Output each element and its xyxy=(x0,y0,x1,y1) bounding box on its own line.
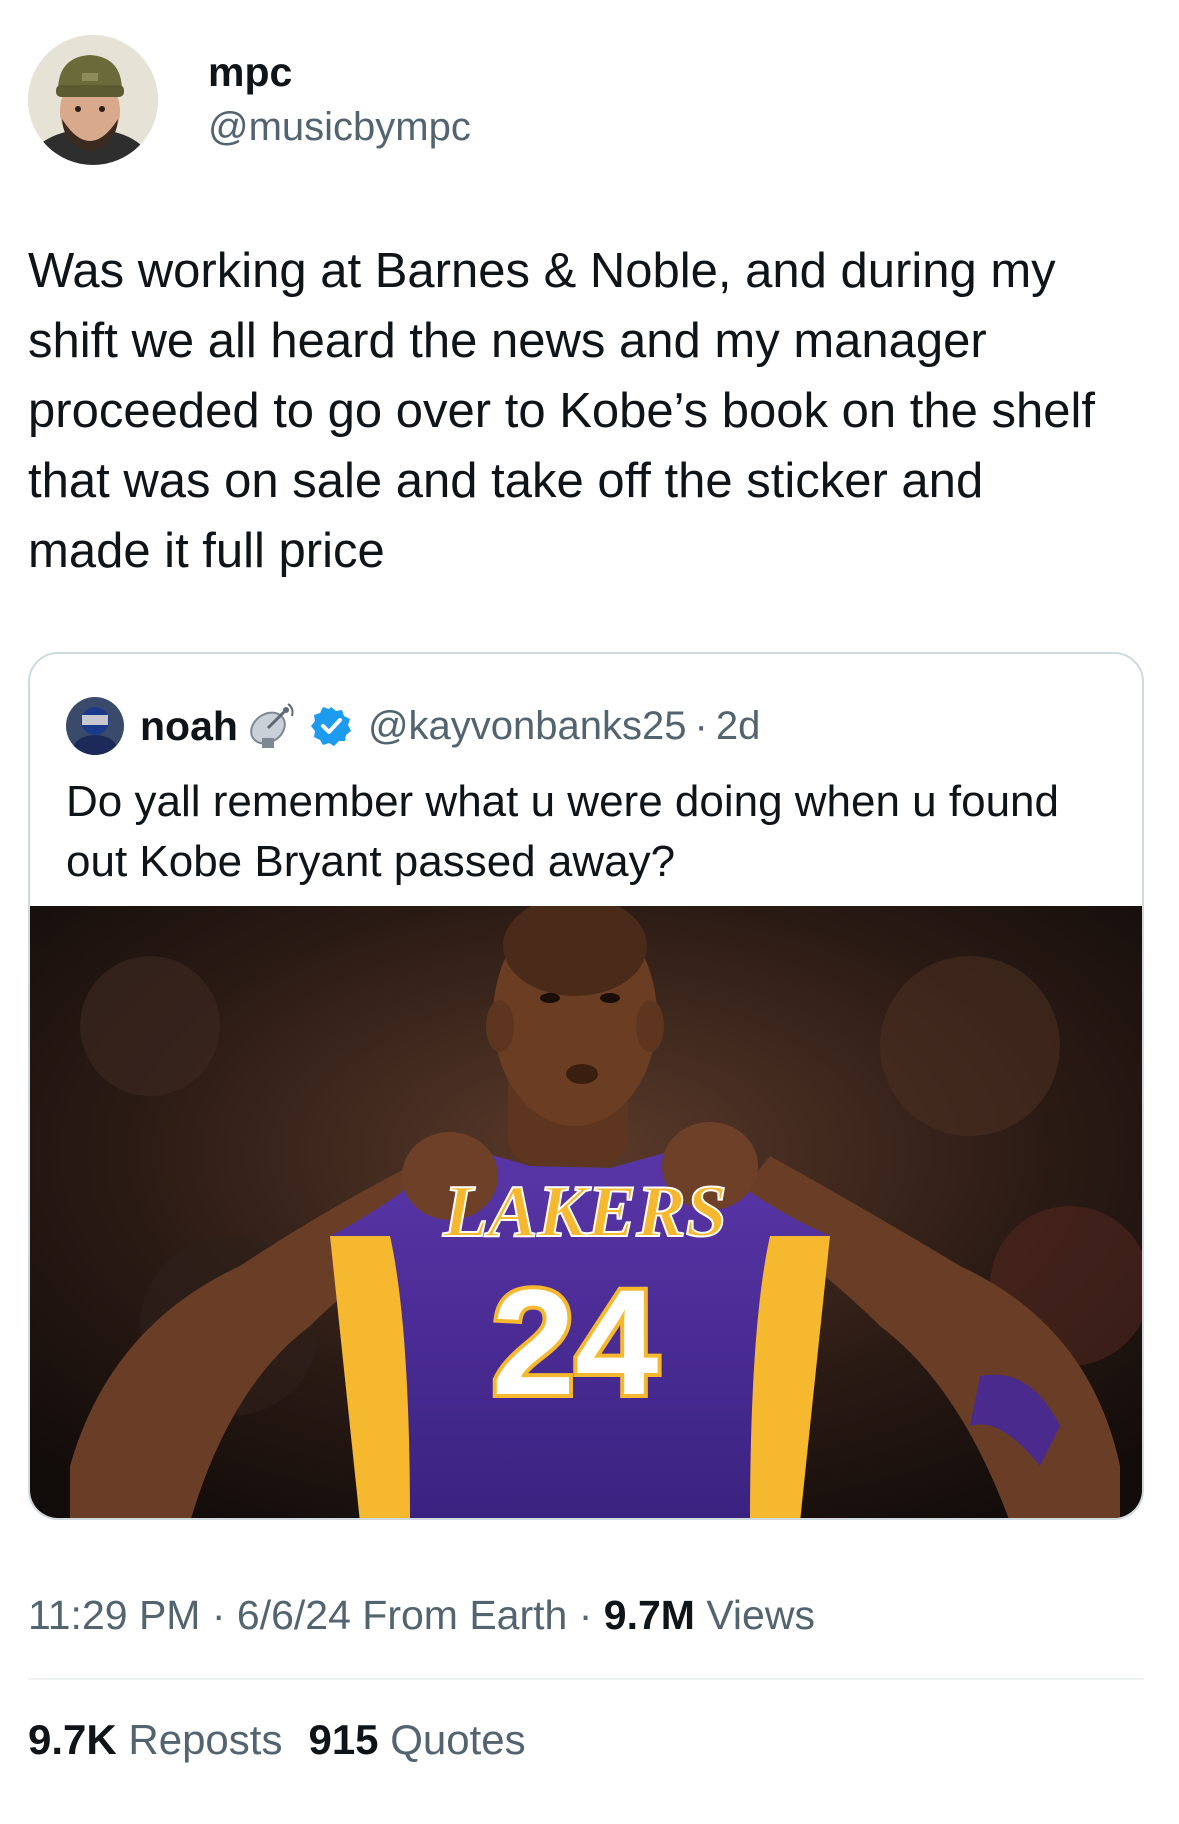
person-avatar-icon xyxy=(28,35,158,165)
separator-dot: · xyxy=(200,1592,237,1638)
jersey-team-text: LAKERS xyxy=(442,1171,727,1253)
quoted-handle[interactable]: @kayvonbanks25 xyxy=(368,701,687,751)
quotes-stat[interactable]: 915 Quotes xyxy=(308,1716,525,1763)
reposts-stat[interactable]: 9.7K Reposts xyxy=(28,1716,282,1763)
satellite-antenna-icon xyxy=(250,703,294,748)
quotes-count: 915 xyxy=(308,1716,379,1763)
separator-dot: · xyxy=(567,1592,604,1638)
tweet-meta: 11:29 PM · 6/6/24 From Earth · 9.7M View… xyxy=(28,1588,815,1642)
quoted-author-avatar[interactable] xyxy=(66,697,124,755)
verified-badge-icon xyxy=(310,707,351,746)
views-label: Views xyxy=(694,1592,815,1638)
reposts-count: 9.7K xyxy=(28,1716,117,1763)
author-handle[interactable]: @musicbympc xyxy=(208,101,471,153)
reposts-label: Reposts xyxy=(116,1716,283,1763)
tweet-text: Was working at Barnes & Noble, and durin… xyxy=(28,244,1095,578)
divider xyxy=(28,1678,1144,1680)
jersey-number-text: 24 xyxy=(492,1258,659,1426)
person-avatar-icon xyxy=(66,697,124,755)
quoted-tweet-text: Do yall remember what u were doing when … xyxy=(66,777,1059,886)
tweet-stats: 9.7K Reposts 915 Quotes xyxy=(28,1712,526,1768)
tweet-date[interactable]: 6/6/24 xyxy=(237,1592,351,1638)
views-count[interactable]: 9.7M xyxy=(604,1592,695,1638)
author-avatar[interactable] xyxy=(28,35,158,165)
quoted-display-name[interactable]: noah xyxy=(140,701,238,751)
quoted-tweet-photo[interactable]: LAKERS 24 xyxy=(30,896,1142,1518)
quotes-label: Quotes xyxy=(378,1716,526,1763)
basketball-player-photo: LAKERS 24 xyxy=(30,896,1142,1518)
tweet-author-header: mpc @musicbympc xyxy=(28,34,471,166)
tweet-time[interactable]: 11:29 PM xyxy=(28,1592,200,1638)
quoted-tweet-header: noah @kayvonbanks25 · 2d xyxy=(66,694,760,758)
author-display-name[interactable]: mpc xyxy=(208,47,471,97)
tweet-source: From Earth xyxy=(350,1592,568,1638)
quoted-tweet-card[interactable]: noah @kayvonbanks25 · 2d Do yall remembe… xyxy=(28,652,1144,1520)
separator-dot: · xyxy=(694,704,708,748)
author-names: mpc @musicbympc xyxy=(208,47,471,153)
quoted-time-ago[interactable]: 2d xyxy=(716,701,761,751)
